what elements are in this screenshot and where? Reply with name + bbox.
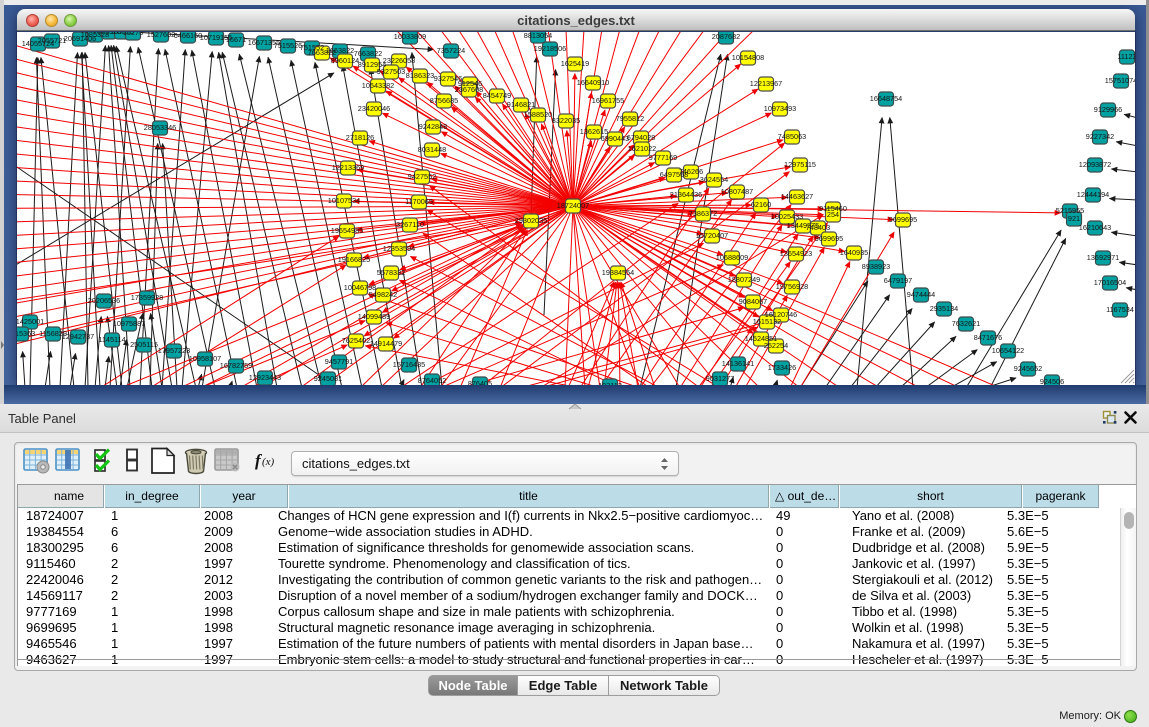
svg-text:(x): (x) <box>262 456 275 468</box>
